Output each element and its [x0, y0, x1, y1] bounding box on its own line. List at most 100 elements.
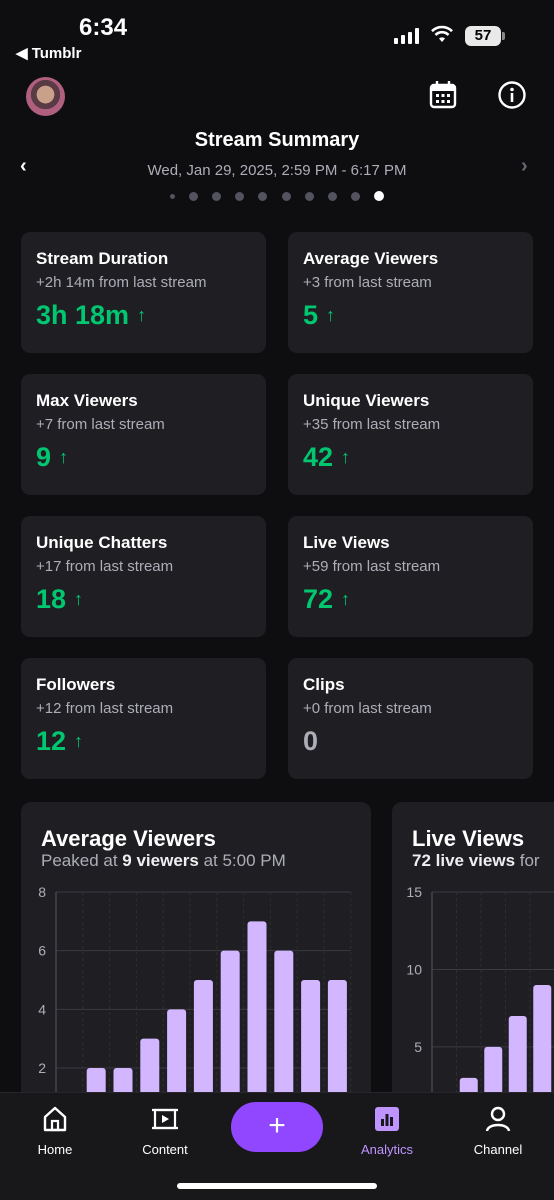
stat-value-row: 72 ↑ — [303, 584, 518, 615]
page-dot[interactable] — [170, 193, 175, 199]
stat-value-row: 0 — [303, 726, 518, 757]
stat-value-row: 5 ↑ — [303, 300, 518, 331]
stat-value-row: 12 ↑ — [36, 726, 251, 757]
cellular-signal-icon — [394, 28, 419, 44]
analytics-icon — [375, 1107, 399, 1131]
page-dot[interactable] — [350, 191, 360, 201]
y-tick-label: 6 — [38, 943, 46, 959]
avatar[interactable] — [26, 77, 65, 116]
average-viewers-chart-card[interactable]: Average Viewers Peaked at 9 viewers at 5… — [21, 802, 371, 1102]
user-icon — [485, 1106, 511, 1132]
bar[interactable] — [327, 980, 347, 1102]
battery-tip — [502, 32, 505, 40]
nav-analytics-label: Analytics — [360, 1142, 414, 1157]
trend-up-arrow-icon: ↑ — [74, 589, 84, 609]
bar[interactable] — [193, 980, 213, 1102]
nav-home[interactable]: Home — [10, 1105, 100, 1157]
page-dot-active[interactable] — [373, 191, 384, 201]
status-bar: 6:34 ◀ Tumblr 57 — [0, 0, 554, 64]
page-dot[interactable] — [327, 191, 337, 201]
stat-comparison: +17 from last stream — [36, 558, 174, 575]
page-dot[interactable] — [189, 191, 199, 201]
home-indicator — [177, 1183, 377, 1189]
nav-content-label: Content — [142, 1142, 188, 1157]
page-dot[interactable] — [281, 191, 291, 201]
stat-value: 0 — [303, 726, 319, 756]
stat-comparison: +3 from last stream — [303, 274, 432, 291]
y-tick-label: 8 — [38, 884, 46, 900]
stat-card[interactable]: Max Viewers +7 from last stream 9 ↑ — [21, 374, 266, 495]
trend-up-arrow-icon: ↑ — [59, 447, 69, 467]
stat-title: Stream Duration — [36, 249, 169, 268]
status-time: 6:34 — [79, 14, 128, 41]
bar[interactable] — [508, 1015, 527, 1102]
average-viewers-bar-chart: 2 4 6 8 — [38, 884, 352, 1102]
wifi-icon — [431, 25, 453, 42]
trend-up-arrow-icon: ↑ — [341, 447, 351, 467]
stat-comparison: +35 from last stream — [303, 416, 441, 433]
stat-comparison: +59 from last stream — [303, 558, 441, 575]
y-tick-label: 4 — [38, 1001, 46, 1017]
stat-card[interactable]: Live Views +59 from last stream 72 ↑ — [288, 516, 533, 637]
stat-title: Max Viewers — [36, 391, 138, 410]
stat-comparison: +12 from last stream — [36, 700, 174, 717]
stat-value-row: 42 ↑ — [303, 442, 518, 473]
stat-value: 42 — [303, 442, 334, 472]
stat-card[interactable]: Followers +12 from last stream 12 ↑ — [21, 658, 266, 779]
live-views-bar-chart: 5 10 15 — [406, 884, 554, 1102]
info-icon[interactable] — [497, 80, 527, 110]
stat-title: Clips — [303, 675, 345, 694]
battery-icon: 57 — [465, 26, 501, 46]
page-dot[interactable] — [235, 191, 245, 201]
stat-value: 18 — [36, 584, 67, 614]
stat-title: Average Viewers — [303, 249, 439, 268]
bar[interactable] — [220, 950, 240, 1102]
stat-title: Unique Viewers — [303, 391, 430, 410]
bar[interactable] — [274, 950, 294, 1102]
page-indicator — [170, 190, 384, 202]
stat-card[interactable]: Unique Viewers +35 from last stream 42 ↑ — [288, 374, 533, 495]
add-button[interactable]: + — [231, 1102, 323, 1152]
stat-title: Unique Chatters — [36, 533, 168, 552]
stat-value: 72 — [303, 584, 334, 614]
bar[interactable] — [247, 921, 267, 1102]
bar[interactable] — [301, 980, 321, 1102]
nav-channel-label: Channel — [473, 1142, 523, 1157]
stat-value-row: 18 ↑ — [36, 584, 251, 615]
stat-card[interactable]: Average Viewers +3 from last stream 5 ↑ — [288, 232, 533, 353]
stats-grid: Stream Duration +2h 14m from last stream 3… — [21, 232, 533, 779]
stat-comparison: +2h 14m from last stream — [36, 274, 207, 291]
calendar-icon[interactable] — [429, 80, 457, 110]
home-icon — [43, 1106, 67, 1132]
back-to-app-link[interactable]: ◀ Tumblr — [16, 44, 81, 62]
stream-date-range: Wed, Jan 29, 2025, 2:59 PM - 6:17 PM — [147, 162, 407, 179]
stat-title: Live Views — [303, 533, 390, 552]
y-tick-label: 2 — [38, 1060, 46, 1076]
stat-card[interactable]: Stream Duration +2h 14m from last stream 3… — [21, 232, 266, 353]
nav-home-label: Home — [37, 1142, 73, 1157]
y-tick-label: 5 — [414, 1039, 422, 1055]
nav-channel[interactable]: Channel — [453, 1105, 543, 1157]
stat-value-row: 3h 18m ↑ — [36, 300, 251, 331]
stat-value: 5 — [303, 300, 319, 330]
nav-analytics[interactable]: Analytics — [342, 1105, 432, 1157]
y-tick-label: 10 — [406, 961, 422, 977]
stat-comparison: +0 from last stream — [303, 700, 432, 717]
stat-card[interactable]: Clips +0 from last stream 0 — [288, 658, 533, 779]
nav-content[interactable]: Content — [120, 1105, 210, 1157]
page-dot[interactable] — [258, 191, 268, 201]
stat-value: 12 — [36, 726, 67, 756]
page-dot[interactable] — [304, 191, 314, 201]
bar[interactable] — [167, 1009, 187, 1102]
page-dot[interactable] — [212, 191, 222, 201]
stat-value: 3h 18m — [36, 300, 130, 330]
live-views-chart-card[interactable]: Live Views 72 live views for 5 10 15 — [392, 802, 554, 1102]
video-content-icon — [152, 1108, 178, 1130]
stat-card[interactable]: Unique Chatters +17 from last stream 18 ↑ — [21, 516, 266, 637]
stat-value-row: 9 ↑ — [36, 442, 251, 473]
trend-up-arrow-icon: ↑ — [137, 305, 147, 325]
stat-comparison: +7 from last stream — [36, 416, 165, 433]
page-title: Stream Summary — [194, 129, 360, 151]
bar[interactable] — [533, 984, 552, 1102]
trend-up-arrow-icon: ↑ — [74, 731, 84, 751]
